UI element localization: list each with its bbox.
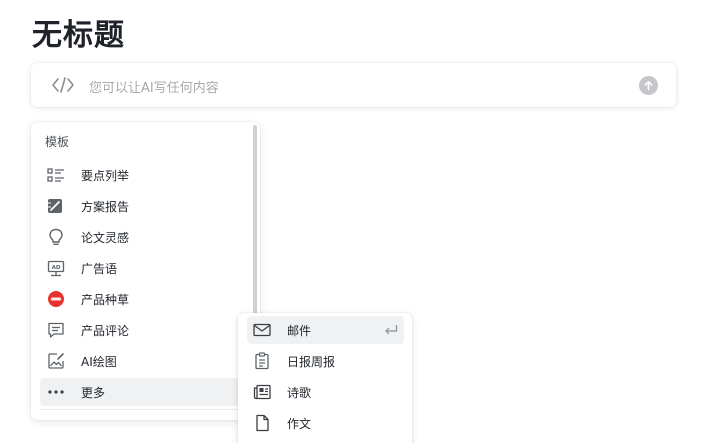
document-title[interactable]: 无标题 (32, 10, 125, 54)
clipboard-icon (252, 351, 272, 371)
menu-section-label: 模板 (45, 135, 70, 149)
menu-item-product-review[interactable]: 产品评论 (40, 316, 249, 344)
comment-icon (46, 320, 66, 340)
menu-item-ai-drawing[interactable]: AI绘图 (40, 347, 249, 375)
send-button[interactable] (639, 76, 658, 95)
submenu-item-essay[interactable]: 作文 (247, 409, 404, 437)
submenu-item-label: 作文 (287, 416, 312, 431)
menu-item-paper-inspiration[interactable]: 论文灵感 (40, 223, 249, 251)
submenu-item-label: 日报周报 (287, 354, 336, 369)
document-icon (252, 413, 272, 433)
more-submenu: 邮件 日报周报 诗歌 作文 (238, 313, 412, 443)
lightbulb-icon (46, 227, 66, 247)
newspaper-icon (252, 382, 272, 402)
submenu-item-label: 诗歌 (287, 385, 312, 400)
submenu-item-email[interactable]: 邮件 (247, 316, 404, 344)
ai-prompt-bar[interactable]: 您可以让AI写任何内容 (31, 63, 676, 107)
menu-item-label: 产品评论 (81, 323, 130, 338)
submenu-item-label: 邮件 (287, 323, 312, 338)
arrow-up-icon (644, 80, 653, 91)
menu-item-label: AI绘图 (81, 354, 117, 369)
menu-item-label: 广告语 (81, 261, 118, 276)
list-icon (46, 165, 66, 185)
submenu-item-daily-weekly-report[interactable]: 日报周报 (247, 347, 404, 375)
menu-item-product-recommend[interactable]: 产品种草 (40, 285, 249, 313)
enter-return-icon (385, 325, 398, 335)
menu-scrollbar[interactable] (253, 125, 257, 343)
svg-text:AD: AD (52, 265, 61, 271)
editor-page: 无标题 您可以让AI写任何内容 模板 要点列举 方案报告 论文灵感 AD 广告语… (0, 0, 726, 443)
template-menu: 模板 要点列举 方案报告 论文灵感 AD 广告语 产品种草 产品评论 AI绘图 … (31, 122, 260, 420)
menu-item-label: 方案报告 (81, 199, 130, 214)
ad-board-icon: AD (46, 258, 66, 278)
menu-item-more[interactable]: 更多 (40, 378, 249, 406)
menu-divider (40, 409, 249, 410)
menu-item-label: 产品种草 (81, 292, 130, 307)
menu-item-slogan[interactable]: AD 广告语 (40, 254, 249, 282)
image-edit-icon (46, 351, 66, 371)
menu-item-label: 更多 (81, 385, 106, 400)
code-brackets-icon (52, 77, 74, 93)
menu-item-label: 要点列举 (81, 168, 130, 183)
ai-prompt-placeholder[interactable]: 您可以让AI写任何内容 (89, 77, 219, 96)
menu-item-label: 论文灵感 (81, 230, 130, 245)
pen-report-icon (46, 196, 66, 216)
menu-item-proposal-report[interactable]: 方案报告 (40, 192, 249, 220)
mail-icon (252, 320, 272, 340)
menu-item-key-points[interactable]: 要点列举 (40, 161, 249, 189)
submenu-item-poetry[interactable]: 诗歌 (247, 378, 404, 406)
red-badge-icon (46, 289, 66, 309)
more-dots-icon (46, 382, 66, 402)
